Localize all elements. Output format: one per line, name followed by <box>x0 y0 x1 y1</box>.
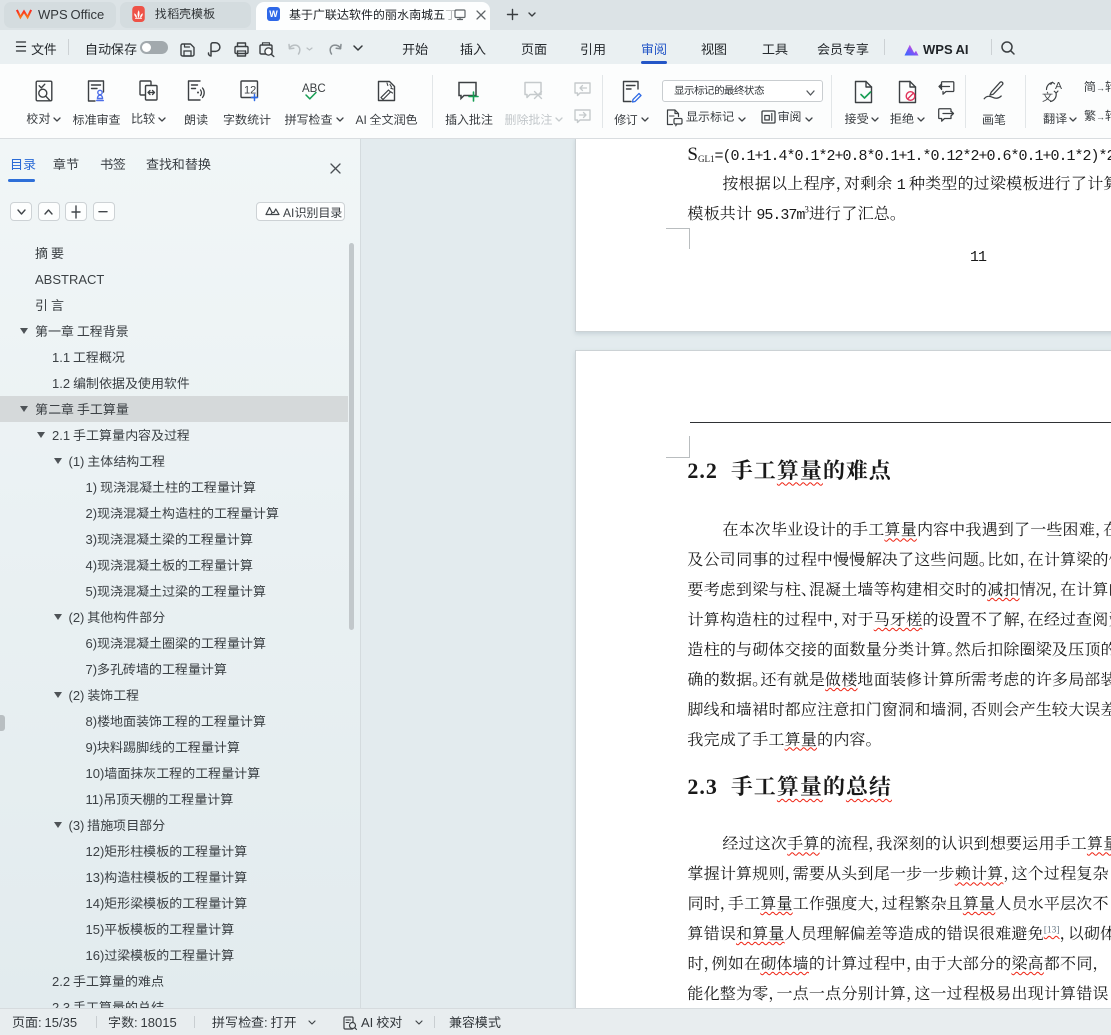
svg-text:ABC: ABC <box>302 83 326 95</box>
svg-text:A: A <box>1055 80 1062 92</box>
svg-text:文: 文 <box>1042 89 1054 105</box>
